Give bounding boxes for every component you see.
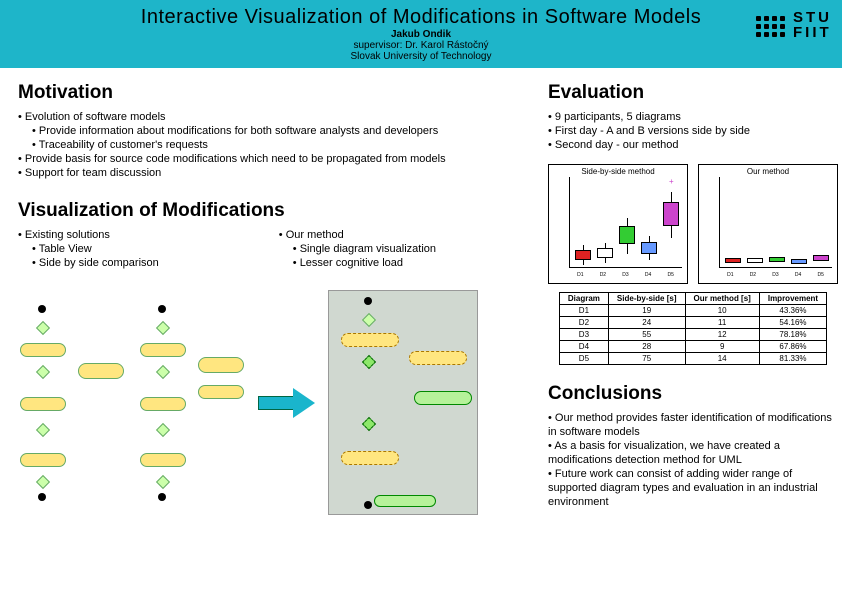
- table-cell: 28: [608, 341, 685, 353]
- table-cell: D2: [559, 317, 608, 329]
- motivation-heading: Motivation: [18, 82, 528, 104]
- table-cell: 9: [685, 341, 759, 353]
- table-cell: 10: [685, 305, 759, 317]
- content: Motivation Evolution of software models …: [0, 68, 842, 515]
- table-cell: 14: [685, 353, 759, 365]
- results-table: Diagram Side-by-side [s] Our method [s] …: [559, 292, 827, 365]
- list-item: As a basis for visualization, we have cr…: [548, 439, 838, 467]
- logo-line2: FIIT: [793, 25, 832, 40]
- visualization-section: Visualization of Modifications Existing …: [18, 200, 528, 270]
- th: Our method [s]: [685, 293, 759, 305]
- table-row: D428967.86%: [559, 341, 826, 353]
- table-cell: D3: [559, 329, 608, 341]
- boxplot-title: Side-by-side method: [551, 167, 685, 176]
- boxplots: Side-by-side method + D1D2D3D4D5 Our met…: [548, 164, 838, 284]
- viz-ourmethod: Our method Single diagram visualization …: [279, 228, 436, 270]
- uml-diagram-combined: [328, 290, 478, 515]
- boxplot-title: Our method: [701, 167, 835, 176]
- viz-existing: Existing solutions Table View Side by si…: [18, 228, 159, 270]
- th: Side-by-side [s]: [608, 293, 685, 305]
- supervisor: supervisor: Dr. Karol Rástočný: [0, 40, 842, 51]
- list-item: Provide information about modifications …: [18, 124, 528, 138]
- table-header-row: Diagram Side-by-side [s] Our method [s] …: [559, 293, 826, 305]
- arrow-icon: [258, 388, 318, 418]
- table-cell: 81.33%: [759, 353, 826, 365]
- conclusions-list: Our method provides faster identificatio…: [548, 411, 838, 509]
- list-item: Evolution of software models: [18, 110, 528, 124]
- boxplot-side-by-side: Side-by-side method + D1D2D3D4D5: [548, 164, 688, 284]
- logo-line1: STU: [793, 10, 832, 25]
- th: Diagram: [559, 293, 608, 305]
- table-cell: 55: [608, 329, 685, 341]
- logo-dots-icon: [756, 13, 785, 37]
- conclusions-section: Conclusions Our method provides faster i…: [548, 383, 838, 509]
- uml-diagram-b: [138, 305, 248, 500]
- list-item: Future work can consist of adding wider …: [548, 467, 838, 509]
- uml-diagram-a: [18, 305, 128, 500]
- table-row: D3551278.18%: [559, 329, 826, 341]
- list-item: Provide basis for source code modificati…: [18, 152, 528, 166]
- list-item: First day - A and B versions side by sid…: [548, 124, 838, 138]
- list-item: Existing solutions: [18, 228, 159, 242]
- table-row: D5751481.33%: [559, 353, 826, 365]
- table-cell: 78.18%: [759, 329, 826, 341]
- right-column: Evaluation 9 participants, 5 diagrams Fi…: [548, 82, 838, 515]
- table-cell: D5: [559, 353, 608, 365]
- list-item: Support for team discussion: [18, 166, 528, 180]
- list-item: Single diagram visualization: [279, 242, 436, 256]
- table-cell: 67.86%: [759, 341, 826, 353]
- table-row: D2241154.16%: [559, 317, 826, 329]
- university: Slovak University of Technology: [0, 51, 842, 62]
- list-item: Table View: [18, 242, 159, 256]
- motivation-list: Evolution of software models Provide inf…: [18, 110, 528, 180]
- conclusions-heading: Conclusions: [548, 383, 838, 405]
- table-cell: 54.16%: [759, 317, 826, 329]
- list-item: 9 participants, 5 diagrams: [548, 110, 838, 124]
- list-item: Lesser cognitive load: [279, 256, 436, 270]
- th: Improvement: [759, 293, 826, 305]
- table-cell: 11: [685, 317, 759, 329]
- diagrams-row: [18, 290, 528, 515]
- table-row: D1191043.36%: [559, 305, 826, 317]
- list-item: Side by side comparison: [18, 256, 159, 270]
- left-column: Motivation Evolution of software models …: [18, 82, 528, 515]
- table-cell: 12: [685, 329, 759, 341]
- table-cell: 19: [608, 305, 685, 317]
- table-cell: 75: [608, 353, 685, 365]
- table-cell: 43.36%: [759, 305, 826, 317]
- page-title: Interactive Visualization of Modificatio…: [0, 6, 842, 29]
- evaluation-heading: Evaluation: [548, 82, 838, 104]
- list-item: Second day - our method: [548, 138, 838, 152]
- author: Jakub Ondik: [0, 29, 842, 40]
- table-cell: 24: [608, 317, 685, 329]
- header: Interactive Visualization of Modificatio…: [0, 0, 842, 68]
- logo: STU FIIT: [756, 10, 832, 40]
- evaluation-list: 9 participants, 5 diagrams First day - A…: [548, 110, 838, 152]
- boxplot-our-method: Our method D1D2D3D4D5: [698, 164, 838, 284]
- visualization-heading: Visualization of Modifications: [18, 200, 528, 222]
- list-item: Our method provides faster identificatio…: [548, 411, 838, 439]
- logo-text: STU FIIT: [793, 10, 832, 40]
- table-cell: D4: [559, 341, 608, 353]
- list-item: Traceability of customer's requests: [18, 138, 528, 152]
- list-item: Our method: [279, 228, 436, 242]
- table-cell: D1: [559, 305, 608, 317]
